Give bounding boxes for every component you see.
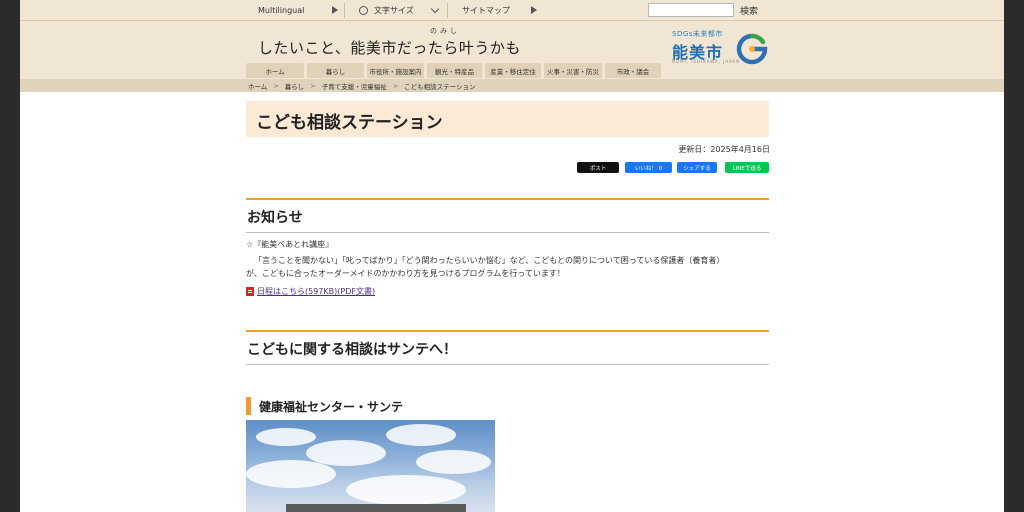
notice-body: 「言うことを聞かない」「叱ってばかり」「どう関わったらいいか悩む」など、こどもと… <box>246 254 769 280</box>
utility-bar: Multilingual 文字サイズ サイトマップ 検索 <box>20 0 1004 21</box>
breadcrumb-childcare[interactable]: 子育て支援・児童福祉 <box>322 81 387 91</box>
breadcrumb-home[interactable]: ホーム <box>248 81 267 91</box>
nav-item-disaster[interactable]: 火事・災害・防災 <box>544 63 602 78</box>
nav-item-tourism[interactable]: 観光・特産品 <box>427 63 482 78</box>
city-emblem-icon <box>736 33 768 65</box>
breadcrumb-current: こども相談ステーション <box>404 82 476 91</box>
breadcrumb-separator: > <box>392 81 399 90</box>
window-margin-left <box>0 0 20 512</box>
breadcrumb-living[interactable]: 暮らし <box>285 81 305 91</box>
page: Multilingual 文字サイズ サイトマップ 検索 のみし したいこと、能… <box>20 0 1004 512</box>
nav-item-industry[interactable]: 産業・移住定住 <box>485 63 541 78</box>
font-size-button[interactable]: 文字サイズ <box>345 0 447 21</box>
facebook-like-button[interactable]: いいね！ 0 <box>625 162 672 173</box>
chevron-down-icon <box>430 4 440 13</box>
sitemap-label: サイトマップ <box>462 6 510 15</box>
window-margin-right <box>1004 0 1024 512</box>
logo-sdgs-text: SDGs未来都市 <box>672 30 723 38</box>
play-arrow-icon <box>531 6 537 14</box>
notice-body-line: が、こどもに合ったオーダーメイドのかかわり方を見つけるプログラムを行っています！ <box>246 269 565 278</box>
cloud <box>386 424 456 446</box>
global-nav: ホーム 暮らし 市役所・施設案内 観光・特産品 産業・移住定住 火事・災害・防災… <box>246 63 661 78</box>
breadcrumb-bar: ホーム > 暮らし > 子育て支援・児童福祉 > こども相談ステーション <box>20 79 1004 92</box>
breadcrumb-separator: > <box>273 81 279 90</box>
sitemap-button[interactable]: サイトマップ <box>448 0 543 21</box>
consult-heading: こどもに関する相談はサンテへ！ <box>247 342 457 358</box>
notice-item-title: ☆『能美ぺあとれ講座』 <box>246 240 334 249</box>
cloud <box>256 428 316 446</box>
font-size-label: 文字サイズ <box>374 6 414 15</box>
nav-item-living[interactable]: 暮らし <box>307 63 364 78</box>
tagline-ruby: のみし <box>430 27 460 35</box>
building-roof <box>286 504 466 512</box>
notice-heading: お知らせ <box>247 210 303 226</box>
search-button[interactable]: 検索 <box>740 3 758 17</box>
page-title: こども相談ステーション <box>256 113 443 133</box>
cloud <box>346 475 466 505</box>
consult-section-header: こどもに関する相談はサンテへ！ <box>246 330 769 365</box>
gear-icon <box>359 6 368 15</box>
facebook-like-label: いいね！ 0 <box>634 165 663 172</box>
pdf-link-row: 日程はこちら(597KB)(PDF文書) <box>246 286 375 297</box>
nav-item-home[interactable]: ホーム <box>246 63 304 78</box>
cloud <box>246 460 336 488</box>
facebook-share-label: シェアする <box>683 165 711 172</box>
breadcrumb: ホーム > 暮らし > 子育て支援・児童福祉 > こども相談ステーション <box>248 79 476 92</box>
updated-date: 更新日：2025年4月16日 <box>678 145 770 154</box>
facebook-share-button[interactable]: シェアする <box>677 162 717 173</box>
site-logo[interactable]: SDGs未来都市 能美市 NOMI, ISHIKAWA, JAPAN <box>670 29 770 69</box>
play-arrow-icon <box>332 6 338 14</box>
line-share-label: LINEで送る <box>732 165 762 172</box>
x-post-label: ポスト <box>589 165 607 172</box>
notice-section-header: お知らせ <box>246 198 769 233</box>
search-input[interactable] <box>648 3 734 17</box>
notice-body-line: 「言うことを聞かない」「叱ってばかり」「どう関わったらいいか悩む」など、こどもと… <box>254 256 725 265</box>
page-title-box: こども相談ステーション <box>246 101 769 137</box>
facility-photo <box>246 420 495 512</box>
logo-romaji: NOMI, ISHIKAWA, JAPAN <box>672 59 741 64</box>
pdf-icon <box>246 287 254 296</box>
facility-heading: 健康福祉センター・サンテ <box>246 397 403 415</box>
cloud <box>416 450 491 474</box>
nav-item-city-admin[interactable]: 市政・議会 <box>605 63 661 78</box>
multilingual-button[interactable]: Multilingual <box>246 0 344 21</box>
line-share-button[interactable]: LINEで送る <box>725 162 769 173</box>
nav-item-city-hall[interactable]: 市役所・施設案内 <box>367 63 424 78</box>
multilingual-label: Multilingual <box>258 6 305 15</box>
site-tagline: したいこと、能美市だったら叶うかも <box>258 39 521 57</box>
schedule-pdf-link[interactable]: 日程はこちら(597KB)(PDF文書) <box>257 286 375 297</box>
x-post-button[interactable]: ポスト <box>577 162 619 173</box>
breadcrumb-separator: > <box>310 81 316 90</box>
